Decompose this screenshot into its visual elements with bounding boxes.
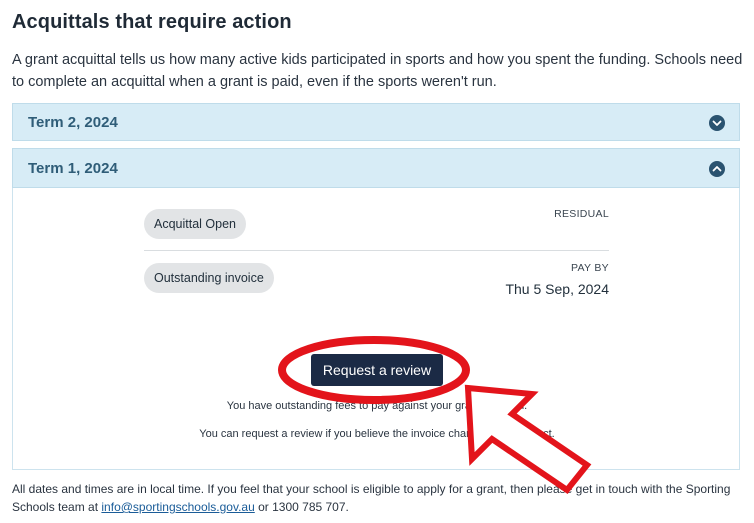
accordion-term-2-2024[interactable]: Term 2, 2024 [12,103,740,141]
residual-label: RESIDUAL [554,208,609,220]
email-link[interactable]: info@sportingschools.gov.au [101,500,254,514]
page-title: Acquittals that require action [12,11,292,33]
accordion-title: Term 2, 2024 [28,113,118,131]
row-divider [144,250,609,251]
pay-by-label: PAY BY [571,262,609,274]
accordion-panel-term-1-2024: Acquittal Open RESIDUAL Outstanding invo… [12,188,740,470]
request-review-button[interactable]: Request a review [311,354,443,386]
pay-by-date: Thu 5 Sep, 2024 [505,281,609,297]
status-badge: Outstanding invoice [144,263,274,293]
accordion-term-1-2024[interactable]: Term 1, 2024 [12,148,740,188]
footer-text: All dates and times are in local time. I… [12,480,747,516]
review-note: You can request a review if you believe … [199,428,555,440]
outstanding-fees-note: You have outstanding fees to pay against… [226,400,528,412]
accordion-title: Term 1, 2024 [28,159,118,177]
footer-text-after: or 1300 785 707. [254,500,349,514]
chevron-up-icon[interactable] [709,161,725,177]
chevron-down-icon[interactable] [709,115,725,131]
intro-text: A grant acquittal tells us how many acti… [12,52,743,90]
status-badge: Acquittal Open [144,209,246,239]
